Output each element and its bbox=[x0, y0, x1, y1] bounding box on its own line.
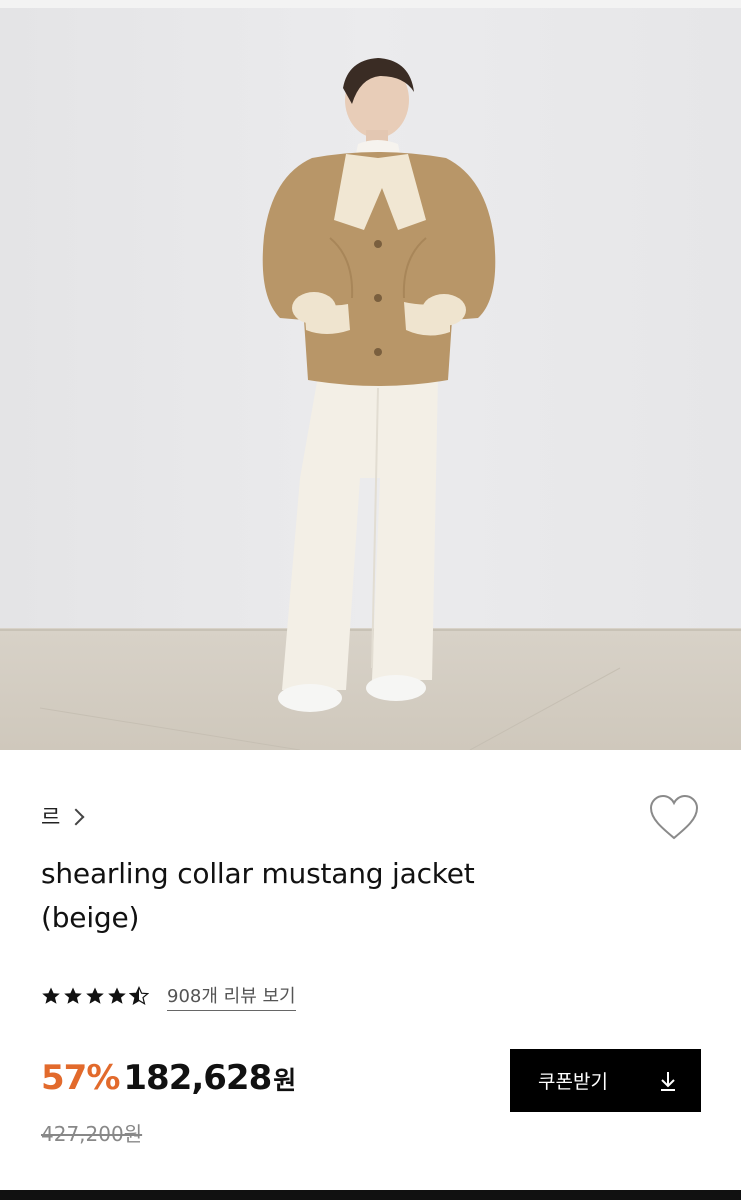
coupon-label: 쿠폰받기 bbox=[538, 1071, 608, 1093]
download-icon bbox=[661, 1071, 675, 1091]
brand-name: 르 bbox=[41, 805, 61, 829]
star-half-icon bbox=[129, 986, 149, 1006]
wishlist-heart-button[interactable] bbox=[648, 794, 700, 842]
coupon-download-button[interactable]: 쿠폰받기 bbox=[510, 1049, 701, 1112]
star-filled-icon bbox=[108, 987, 126, 1004]
chevron-right-icon bbox=[67, 808, 85, 826]
price-unit: 원 bbox=[273, 1066, 297, 1095]
bottom-bar bbox=[0, 1190, 741, 1200]
rating-stars bbox=[41, 986, 151, 1006]
heart-outline-icon bbox=[649, 794, 699, 840]
product-photo-illustration bbox=[0, 8, 741, 750]
top-divider bbox=[0, 0, 741, 8]
product-title-line2: (beige) bbox=[41, 901, 140, 934]
review-link[interactable]: 908개 리뷰 보기 bbox=[167, 982, 296, 1011]
product-title: shearling collar mustang jacket (beige) bbox=[41, 852, 601, 940]
sale-price: 182,628 bbox=[123, 1058, 272, 1098]
discount-rate: 57% bbox=[41, 1058, 120, 1098]
star-filled-icon bbox=[86, 987, 104, 1004]
star-filled-icon bbox=[42, 987, 60, 1004]
brand-link[interactable]: 르 bbox=[41, 800, 85, 832]
original-price: 427,200원 bbox=[41, 1122, 143, 1146]
product-image[interactable] bbox=[0, 8, 741, 750]
price-row: 57% 182,628 원 bbox=[41, 1058, 296, 1098]
star-filled-icon bbox=[64, 987, 82, 1004]
product-title-line1: shearling collar mustang jacket bbox=[41, 857, 475, 890]
rating-row: 908개 리뷰 보기 bbox=[41, 981, 296, 1011]
